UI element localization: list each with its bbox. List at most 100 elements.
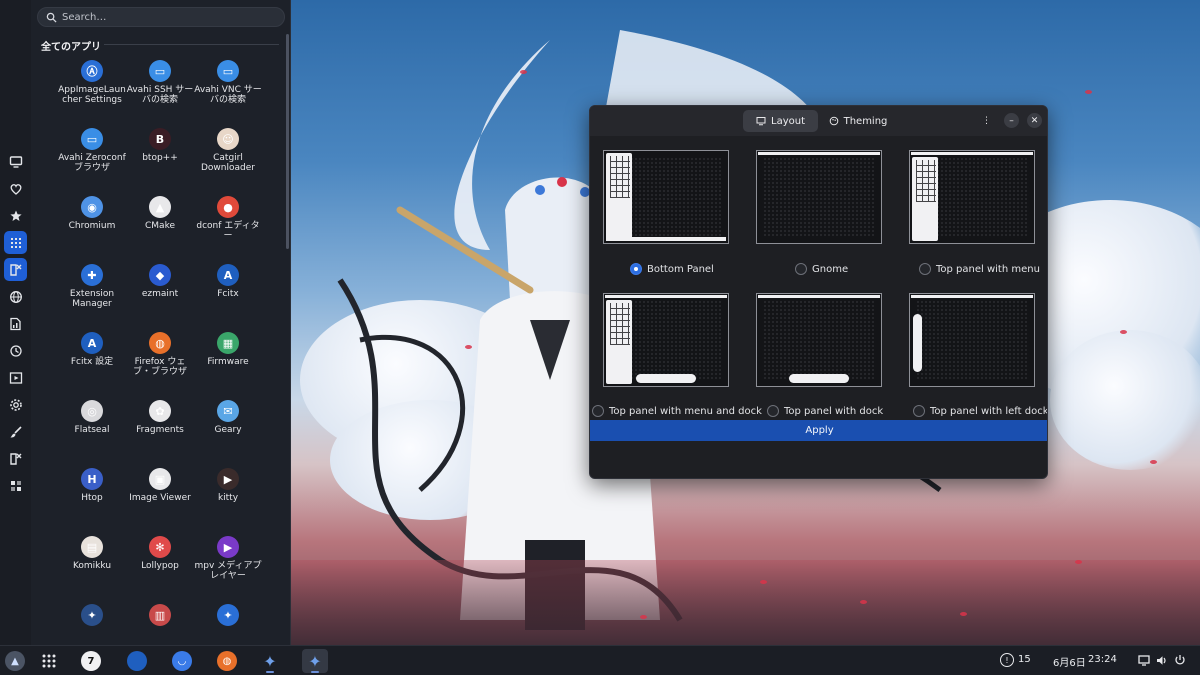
rail-utilities-button[interactable]: [4, 474, 27, 497]
firefox-button[interactable]: ◍: [214, 649, 240, 673]
radio-icon[interactable]: [919, 263, 931, 275]
app-tile[interactable]: ✦: [58, 604, 126, 629]
screen-icon[interactable]: [1138, 655, 1150, 666]
app-tile[interactable]: ✉ Geary: [194, 400, 262, 435]
files-button[interactable]: [124, 649, 150, 673]
app-tile[interactable]: ▦ Firmware: [194, 332, 262, 367]
minimize-button[interactable]: –: [1004, 113, 1019, 128]
app-tile[interactable]: ✦: [194, 604, 262, 629]
radio-icon[interactable]: [913, 405, 925, 417]
app-tile[interactable]: ▭ Avahi VNC サーバの検索: [194, 60, 262, 105]
rail-history-button[interactable]: [4, 339, 27, 362]
tab-theming[interactable]: Theming: [823, 110, 893, 132]
layout-label: Bottom Panel: [647, 263, 714, 275]
app-icon: H: [81, 468, 103, 490]
app-tile[interactable]: ☺ Catgirl Downloader: [194, 128, 262, 173]
app-tile[interactable]: ▭ Avahi SSH サーバの検索: [126, 60, 194, 105]
close-button[interactable]: ✕: [1027, 113, 1042, 128]
app-tile[interactable]: ◎ Flatseal: [58, 400, 126, 435]
radio-icon[interactable]: [767, 405, 779, 417]
app-label: Geary: [214, 425, 242, 435]
app-tile[interactable]: Bbtop++: [126, 128, 194, 163]
app-icon: ▭: [149, 60, 171, 82]
app-tile[interactable]: H Htop: [58, 468, 126, 503]
taskbar-window-button[interactable]: ✦: [257, 649, 283, 673]
updates-icon[interactable]: !: [1000, 653, 1014, 667]
rail-gear-button[interactable]: [4, 393, 27, 416]
app-icon: ◍: [149, 332, 171, 354]
globe-icon: [9, 290, 22, 303]
rail-office-chart-button[interactable]: [4, 312, 27, 335]
tab-layout[interactable]: Layout: [743, 110, 818, 132]
app-tile[interactable]: ● dconf エディター: [194, 196, 262, 241]
app-tile[interactable]: Ⓐ AppImageLauncher Settings: [58, 60, 126, 105]
app-tile[interactable]: ▤ Komikku: [58, 536, 126, 571]
rail-heart-button[interactable]: [4, 177, 27, 200]
layout-option-gnome[interactable]: Gnome: [795, 263, 848, 275]
app-tile[interactable]: ▲ CMake: [126, 196, 194, 231]
app-grid-button[interactable]: [36, 649, 62, 673]
search-input[interactable]: [62, 11, 262, 23]
rail-star-button[interactable]: [4, 204, 27, 227]
power-icon[interactable]: [1174, 654, 1186, 666]
taskbar-window-button-active[interactable]: ✦: [302, 649, 328, 673]
app-label: kitty: [217, 493, 239, 503]
clock-time[interactable]: 23:24: [1088, 654, 1117, 665]
radio-selected-icon[interactable]: [630, 263, 642, 275]
launcher-scrollbar[interactable]: [286, 34, 289, 249]
app-label: Fcitx: [217, 289, 239, 299]
layout-option-top-panel-dock[interactable]: Top panel with dock: [767, 405, 883, 417]
app-tile[interactable]: ◉ Chromium: [58, 196, 126, 231]
layout-preview-top-panel-left-dock[interactable]: [909, 293, 1035, 387]
layout-preview-gnome[interactable]: [756, 150, 882, 244]
calendar-button[interactable]: 7: [78, 649, 104, 673]
browser-icon: ◡: [172, 651, 192, 671]
multimedia-icon: [9, 371, 22, 384]
layout-preview-bottom-panel[interactable]: [603, 150, 729, 244]
clock-date[interactable]: 6月6日: [1053, 654, 1086, 669]
rail-multimedia-button[interactable]: [4, 366, 27, 389]
rail-brush-button[interactable]: [4, 420, 27, 443]
apply-button[interactable]: Apply: [590, 420, 1047, 441]
rail-development-button[interactable]: [4, 258, 27, 281]
layout-preview-top-panel-menu[interactable]: [909, 150, 1035, 244]
app-tile[interactable]: ◍ Firefox ウェブ・ブラウザ: [126, 332, 194, 377]
menu-kebab-icon[interactable]: ⋮: [979, 113, 994, 128]
app-tile[interactable]: ✻ Lollypop: [126, 536, 194, 571]
layout-preview-top-panel-dock[interactable]: [756, 293, 882, 387]
app-tile[interactable]: ▶ kitty: [194, 468, 262, 503]
volume-icon[interactable]: [1156, 655, 1168, 666]
rail-globe-button[interactable]: [4, 285, 27, 308]
radio-icon[interactable]: [592, 405, 604, 417]
app-tile[interactable]: ◆ ezmaint: [126, 264, 194, 299]
app-label: Fragments: [136, 425, 184, 435]
rail-monitor-button[interactable]: [4, 150, 27, 173]
layout-preview-top-panel-menu-dock[interactable]: [603, 293, 729, 387]
search-box[interactable]: [37, 7, 285, 27]
app-label: AppImageLauncher Settings: [58, 85, 126, 105]
layout-option-bottom-panel[interactable]: Bottom Panel: [630, 263, 714, 275]
layout-option-top-panel-menu[interactable]: Top panel with menu: [919, 263, 1040, 275]
app-tile[interactable]: A Fcitx: [194, 264, 262, 299]
app-icon: ✦: [81, 604, 103, 626]
section-divider: [104, 44, 279, 45]
app-label: Image Viewer: [129, 493, 191, 503]
app-tile[interactable]: ▥: [126, 604, 194, 629]
app-label: ezmaint: [141, 289, 179, 299]
app-tile[interactable]: ▭ Avahi Zeroconf ブラウザ: [58, 128, 126, 173]
app-tile[interactable]: ✿ Fragments: [126, 400, 194, 435]
rail-system-button[interactable]: [4, 447, 27, 470]
updates-count[interactable]: 15: [1018, 654, 1031, 665]
arch-launcher-button[interactable]: ▲: [2, 649, 28, 673]
app-tile[interactable]: ▶ mpv メディアプレイヤー: [194, 536, 262, 581]
rail-apps-grid-button[interactable]: [4, 231, 27, 254]
radio-icon[interactable]: [795, 263, 807, 275]
layout-option-top-panel-left-dock[interactable]: Top panel with left dock: [913, 405, 1047, 417]
browser-button[interactable]: ◡: [169, 649, 195, 673]
app-tile[interactable]: ✚ Extension Manager: [58, 264, 126, 309]
layout-option-top-panel-menu-dock[interactable]: Top panel with menu and dock: [592, 405, 762, 417]
layout-switcher-window: Layout Theming ⋮ – ✕ Bottom Panel Gnome …: [589, 105, 1048, 479]
app-tile[interactable]: ▣ Image Viewer: [126, 468, 194, 503]
app-tile[interactable]: A Fcitx 設定: [58, 332, 126, 367]
utilities-icon: [10, 480, 21, 491]
